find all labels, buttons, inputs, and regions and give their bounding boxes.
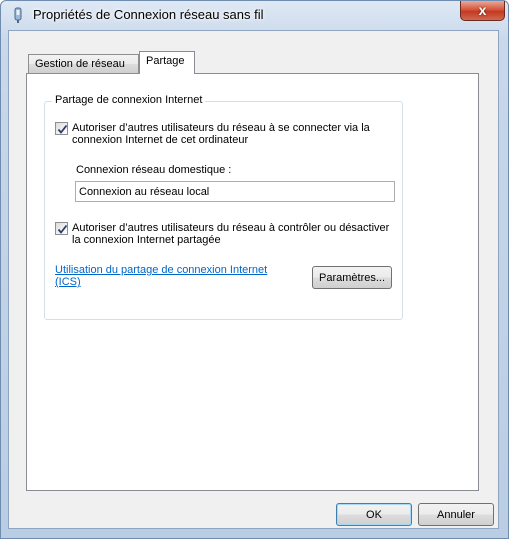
- ok-button[interactable]: OK: [336, 503, 412, 526]
- home-network-field[interactable]: [75, 181, 395, 202]
- settings-button[interactable]: Paramètres...: [312, 266, 392, 289]
- tab-sharing[interactable]: Partage: [139, 51, 195, 74]
- allow-control-label[interactable]: Autoriser d’autres utilisateurs du résea…: [72, 222, 392, 246]
- wireless-network-icon: [11, 7, 25, 23]
- close-button[interactable]: x: [460, 1, 505, 21]
- cancel-button[interactable]: Annuler: [418, 503, 494, 526]
- checkmark-icon: [57, 224, 68, 234]
- tab-network-management[interactable]: Gestion de réseau: [28, 54, 139, 73]
- allow-connect-label[interactable]: Autoriser d’autres utilisateurs du résea…: [72, 122, 402, 146]
- group-title: Partage de connexion Internet: [52, 94, 206, 106]
- allow-connect-checkbox[interactable]: [55, 122, 68, 135]
- ics-help-link[interactable]: Utilisation du partage de connexion Inte…: [55, 264, 295, 288]
- home-network-label: Connexion réseau domestique :: [76, 164, 232, 176]
- checkmark-icon: [57, 124, 68, 134]
- allow-control-checkbox[interactable]: [55, 222, 68, 235]
- title-bar[interactable]: Propriétés de Connexion réseau sans fil …: [1, 1, 508, 29]
- window-title: Propriétés de Connexion réseau sans fil: [33, 7, 264, 22]
